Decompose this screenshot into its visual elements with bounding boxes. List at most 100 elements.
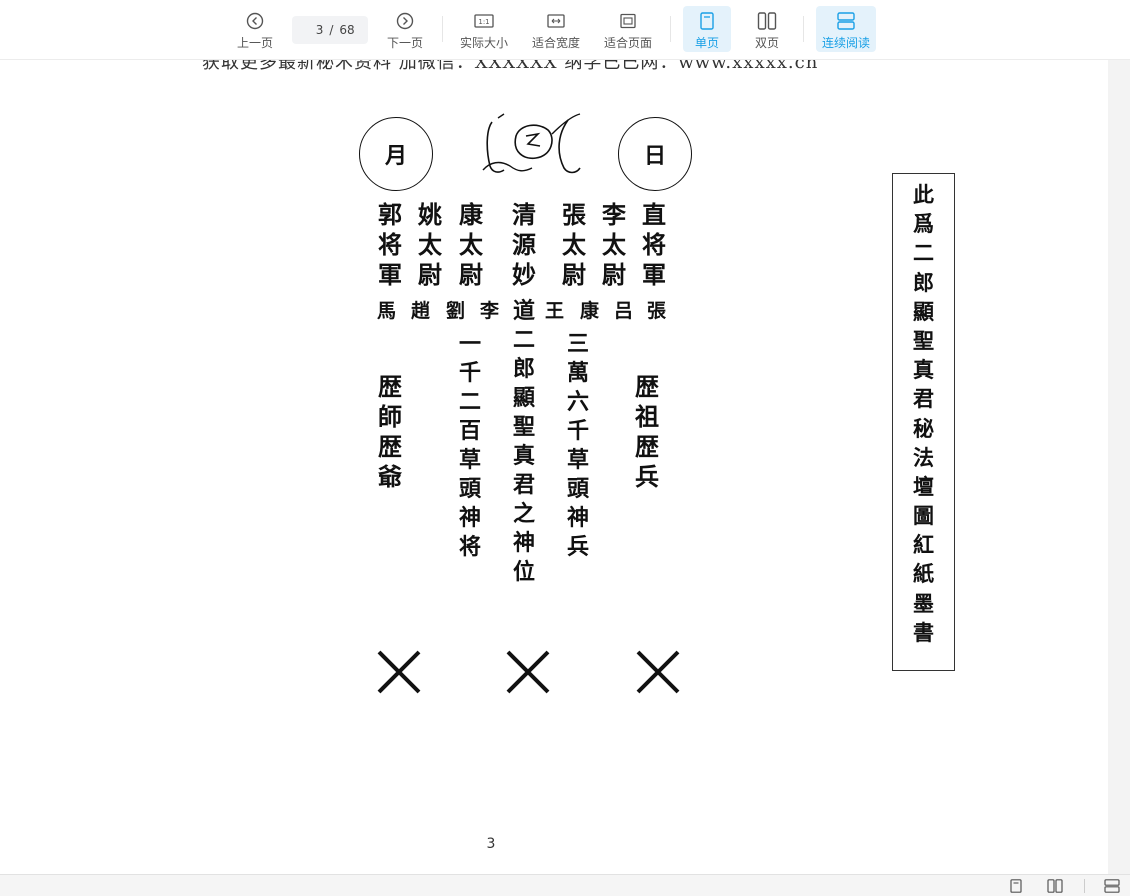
column-zhang-tai-wei: 張 太 尉 — [562, 203, 586, 293]
char: 千 — [459, 360, 482, 386]
moon-circle: 月 — [359, 117, 433, 191]
continuous-view-icon[interactable] — [1104, 879, 1120, 893]
char: 歴 — [635, 432, 659, 461]
char: 法 — [913, 444, 934, 470]
column-yi-qian-er-bai: 一 千 二 百 草 頭 神 将 — [459, 333, 481, 565]
char: 道 — [513, 298, 536, 324]
document-viewport[interactable]: 获取更多最新秘术资料 加微信：XXXXXX 纳学已已网：www.xxxxx.cn… — [0, 60, 1130, 874]
char: 尉 — [602, 260, 626, 289]
char: 位 — [513, 559, 536, 585]
double-page-icon — [757, 12, 777, 30]
char: 神 — [567, 505, 590, 531]
talisman-symbol-icon — [482, 113, 581, 174]
fit-width-icon — [547, 14, 565, 28]
char: 歴 — [378, 432, 402, 461]
char: 二 — [459, 389, 482, 415]
next-page-button[interactable]: 下一页 — [382, 6, 428, 52]
char: 尉 — [459, 260, 483, 289]
single-page-button[interactable]: 单页 — [683, 6, 731, 52]
column-li-zu-li-bing: 歴 祖 歴 兵 — [635, 375, 659, 495]
char: 軍 — [378, 260, 402, 289]
char: 妙 — [512, 260, 536, 289]
char: 馬 — [377, 300, 397, 322]
char: 太 — [602, 230, 626, 259]
char: 神 — [513, 530, 536, 556]
page-number-footer: 3 — [486, 836, 496, 852]
surname-kang: 康 — [580, 302, 599, 321]
single-page-view-icon[interactable] — [1008, 879, 1024, 893]
fit-page-icon — [620, 13, 636, 29]
surname-zhang: 張 — [647, 302, 666, 321]
actual-size-button[interactable]: 1:1 实际大小 — [456, 6, 512, 52]
continuous-reading-button[interactable]: 连续阅读 — [816, 6, 876, 52]
continuous-reading-label: 连续阅读 — [821, 36, 870, 50]
page-number-input[interactable] — [305, 23, 324, 37]
status-bar — [0, 874, 1130, 896]
char: 尉 — [562, 260, 586, 289]
char: 圖 — [913, 503, 934, 529]
char: 師 — [378, 402, 402, 431]
char: 墨 — [913, 590, 934, 616]
char: 李 — [602, 200, 626, 229]
char: 太 — [418, 230, 442, 259]
char: 君 — [913, 386, 934, 412]
page-total: 68 — [339, 23, 355, 37]
sun-circle: 日 — [618, 117, 692, 191]
side-note-box: 此 爲 二 郎 顯 聖 真 君 秘 法 壇 圖 紅 紙 墨 書 — [892, 173, 955, 671]
fit-width-label: 适合宽度 — [531, 36, 580, 50]
char: 六 — [567, 389, 590, 415]
vertical-scrollbar[interactable] — [1108, 60, 1130, 874]
actual-size-icon: 1:1 — [474, 14, 494, 28]
char: 草 — [567, 447, 590, 473]
char: 此 — [913, 182, 934, 207]
char: 萬 — [567, 360, 590, 386]
double-page-view-icon[interactable] — [1047, 879, 1063, 893]
char: 二 — [513, 327, 536, 353]
page-separator: / — [329, 23, 334, 37]
surname-li: 李 — [480, 302, 499, 321]
column-san-wan-liu-qian: 三 萬 六 千 草 頭 神 兵 — [567, 333, 589, 565]
char: 兵 — [567, 534, 590, 560]
char: 張 — [647, 300, 667, 322]
chevron-right-circle-icon — [396, 12, 414, 30]
fit-page-button[interactable]: 适合页面 — [600, 6, 656, 52]
char: 将 — [378, 230, 402, 259]
char: 康 — [459, 200, 483, 229]
char: 二 — [913, 240, 934, 266]
char: 顯 — [913, 298, 934, 324]
toolbar-divider — [670, 16, 671, 42]
column-center-deity-tablet: 道 二 郎 顯 聖 真 君 之 神 位 — [513, 300, 535, 590]
char: 紙 — [913, 561, 934, 587]
char: 直 — [642, 200, 666, 229]
char: 聖 — [913, 327, 934, 353]
cross-mark-right-icon — [636, 650, 680, 694]
column-qing-yuan-miao: 清 源 妙 — [512, 203, 536, 293]
double-page-label: 双页 — [754, 36, 779, 50]
continuous-reading-icon — [837, 12, 855, 30]
toolbar-divider — [803, 16, 804, 42]
double-page-button[interactable]: 双页 — [744, 6, 790, 52]
prev-page-button[interactable]: 上一页 — [232, 6, 278, 52]
char: 尉 — [418, 260, 442, 289]
sun-character: 日 — [643, 143, 666, 169]
char: 清 — [512, 200, 536, 229]
char: 書 — [913, 619, 934, 645]
column-li-shi-li-ye: 歴 師 歴 爺 — [378, 375, 402, 495]
status-divider — [1084, 879, 1085, 893]
char: 頭 — [459, 476, 482, 502]
column-kang-tai-wei: 康 太 尉 — [459, 203, 483, 293]
page-indicator: / 68 — [292, 16, 368, 44]
toolbar: 上一页 / 68 下一页 1:1 实际大小 适合宽度 适合页面 单页 双页 连续… — [0, 0, 1130, 60]
cut-off-header-text: 获取更多最新秘术资料 加微信：XXXXXX 纳学已已网：www.xxxxx.cn — [202, 60, 819, 73]
char: 三 — [567, 331, 590, 357]
char: 千 — [567, 418, 590, 444]
surname-liu: 劉 — [446, 302, 465, 321]
char: 百 — [459, 418, 482, 444]
chevron-left-circle-icon — [246, 12, 264, 30]
column-zhi-jiang-jun: 直 将 軍 — [642, 203, 666, 293]
char: 郎 — [913, 269, 934, 295]
char: 草 — [459, 447, 482, 473]
char: 趙 — [411, 300, 431, 322]
fit-page-label: 适合页面 — [603, 36, 652, 50]
fit-width-button[interactable]: 适合宽度 — [528, 6, 584, 52]
